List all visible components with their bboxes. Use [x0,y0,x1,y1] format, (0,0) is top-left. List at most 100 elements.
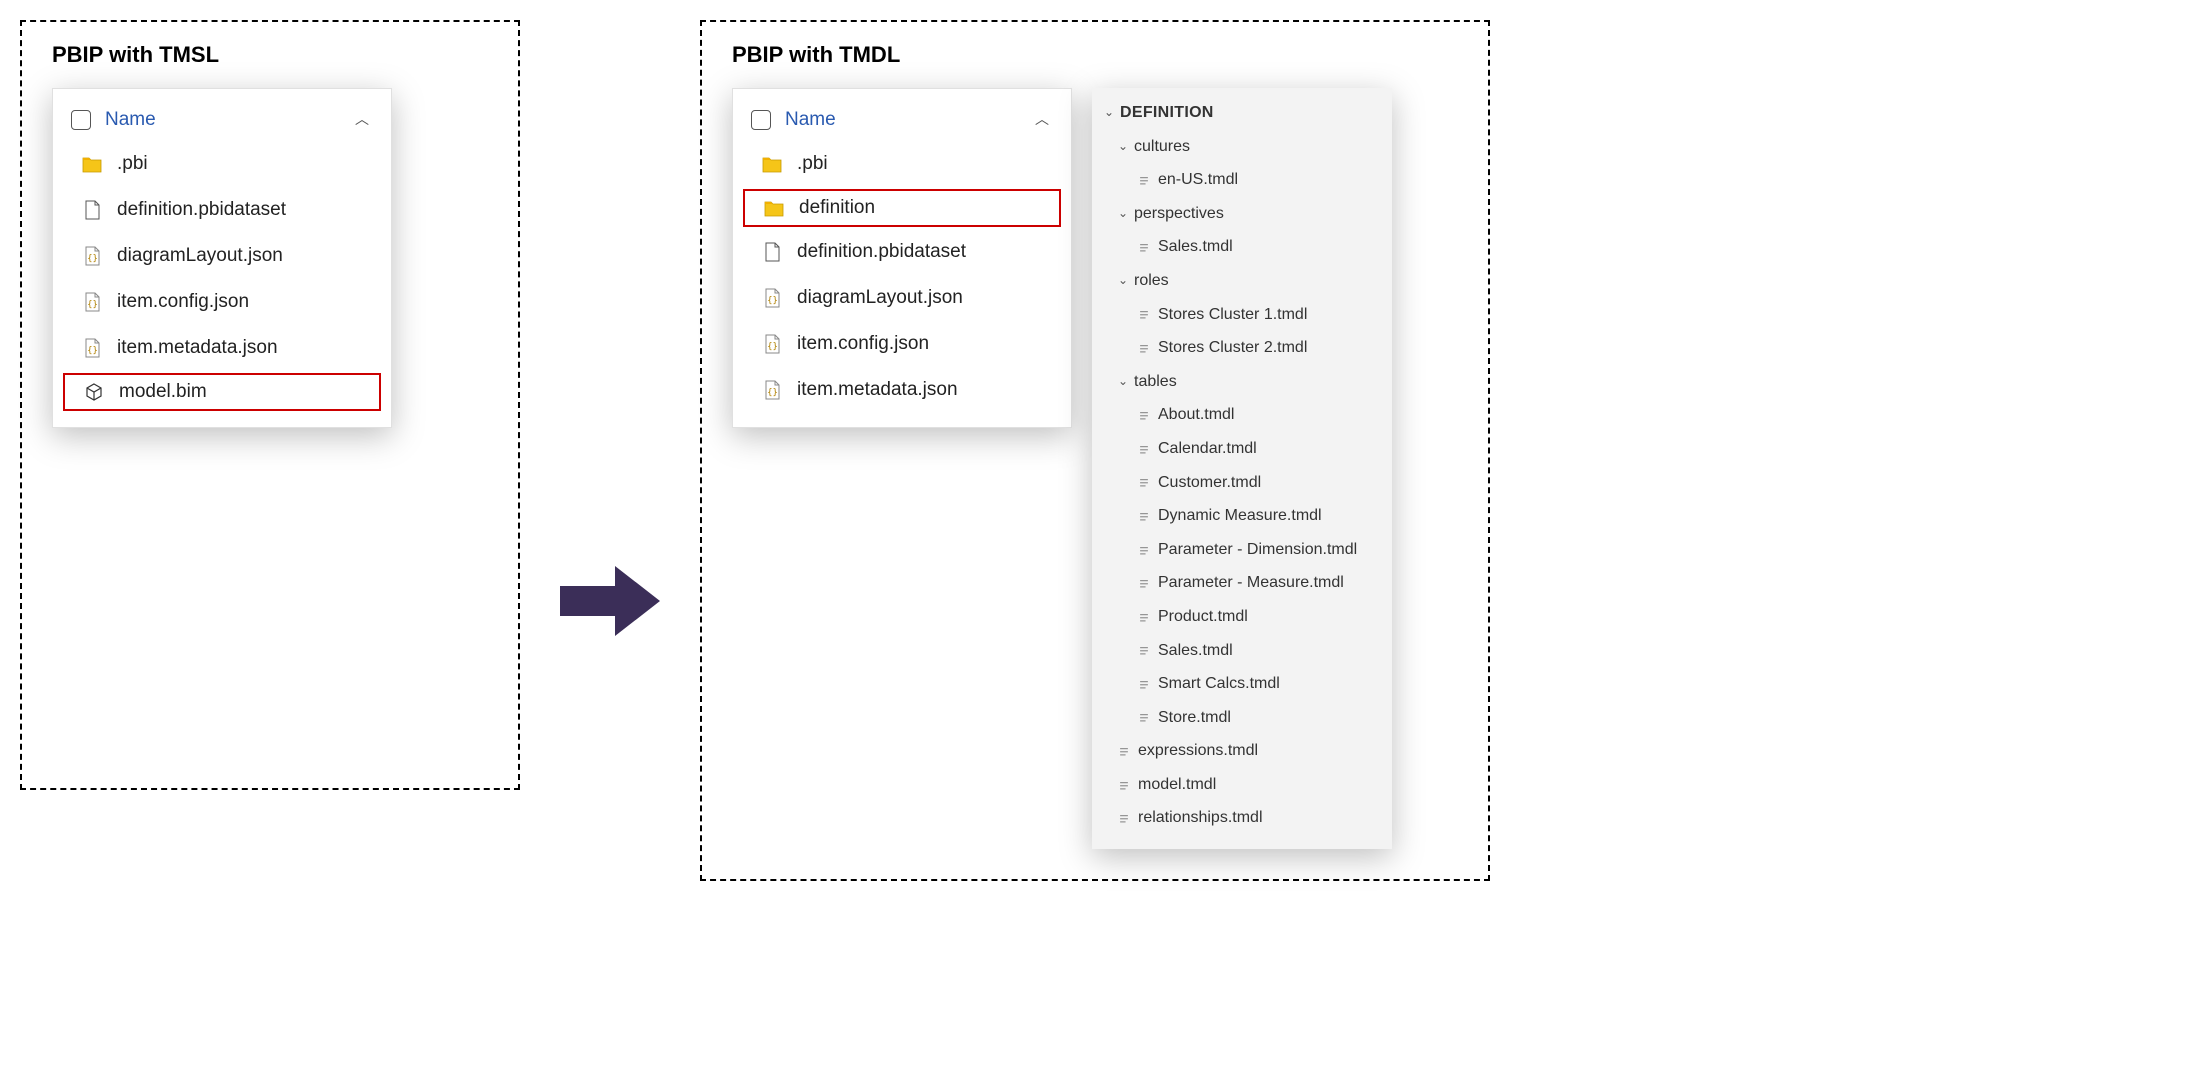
folder-icon [763,197,785,219]
tree-file[interactable]: expressions.tmdl [1092,734,1392,768]
file-label: item.metadata.json [797,379,958,401]
json-icon [81,337,103,359]
file-lines-icon [1136,341,1152,355]
file-label: definition [799,197,875,219]
panel-title-tmsl: PBIP with TMSL [52,42,488,68]
chevron-down-icon: ⌄ [1116,137,1130,156]
json-icon [761,379,783,401]
file-lines-icon [1136,475,1152,489]
tree-folder[interactable]: ⌄tables [1092,365,1392,399]
tree-file-label: Stores Cluster 1.tmdl [1158,302,1307,328]
file-lines-icon [1116,811,1132,825]
file-lines-icon [1136,408,1152,422]
chevron-down-icon: ⌄ [1116,372,1130,391]
file-label: model.bim [119,381,207,403]
chevron-down-icon: ⌄ [1116,204,1130,223]
tree-root[interactable]: ⌄ DEFINITION [1092,96,1392,130]
tree-file[interactable]: Product.tmdl [1092,600,1392,634]
tree-file[interactable]: Dynamic Measure.tmdl [1092,499,1392,533]
tree-folder-label: perspectives [1134,201,1224,227]
tree-file[interactable]: Calendar.tmdl [1092,432,1392,466]
json-icon [761,333,783,355]
file-label: definition.pbidataset [797,241,966,263]
tree-file[interactable]: Smart Calcs.tmdl [1092,667,1392,701]
chevron-down-icon: ⌄ [1102,103,1116,122]
file-row[interactable]: item.config.json [733,321,1071,367]
panel-tmdl: PBIP with TMDL Name ︿ .pbi definition defi… [700,20,1490,881]
tree-file[interactable]: About.tmdl [1092,398,1392,432]
file-lines-icon [1116,744,1132,758]
tree-file-label: Stores Cluster 2.tmdl [1158,335,1307,361]
diagram-layout: PBIP with TMSL Name ︿ .pbidefinition.pbi… [20,20,2184,881]
folder-icon [761,153,783,175]
file-lines-icon [1136,173,1152,187]
file-row[interactable]: .pbi [53,141,391,187]
file-row[interactable]: diagramLayout.json [53,233,391,279]
arrow-right-icon [560,566,660,636]
tree-file-label: Parameter - Measure.tmdl [1158,570,1344,596]
file-lines-icon [1116,778,1132,792]
column-header-name[interactable]: Name [785,109,836,131]
tree-file-label: Sales.tmdl [1158,234,1233,260]
tree-file[interactable]: Sales.tmdl [1092,230,1392,264]
file-row[interactable]: definition.pbidataset [733,229,1071,275]
file-lines-icon [1136,576,1152,590]
file-list-header: Name ︿ [733,103,1071,141]
file-lines-icon [1136,643,1152,657]
file-row[interactable]: diagramLayout.json [733,275,1071,321]
select-all-checkbox[interactable] [751,110,771,130]
tree-file-label: Calendar.tmdl [1158,436,1257,462]
file-list-tmdl: Name ︿ .pbi definition definition.pbidatas… [732,88,1072,428]
file-row[interactable]: item.metadata.json [53,325,391,371]
json-icon [761,287,783,309]
file-lines-icon [1136,610,1152,624]
tree-folder-label: tables [1134,369,1177,395]
file-label: diagramLayout.json [797,287,963,309]
tree-file[interactable]: relationships.tmdl [1092,801,1392,835]
tree-file[interactable]: Customer.tmdl [1092,466,1392,500]
file-row[interactable]: item.config.json [53,279,391,325]
tree-file[interactable]: Sales.tmdl [1092,634,1392,668]
json-icon [81,245,103,267]
doc-icon [81,199,103,221]
tree-file[interactable]: Store.tmdl [1092,701,1392,735]
select-all-checkbox[interactable] [71,110,91,130]
file-label: item.config.json [797,333,929,355]
bim-icon [83,381,105,403]
tree-file[interactable]: Parameter - Dimension.tmdl [1092,533,1392,567]
file-list-tmsl: Name ︿ .pbi definition.pbidataset diagramL… [52,88,392,428]
column-header-name[interactable]: Name [105,109,156,131]
tree-file-label: en-US.tmdl [1158,167,1238,193]
tree-folder[interactable]: ⌄roles [1092,264,1392,298]
tree-file-label: Smart Calcs.tmdl [1158,671,1280,697]
tree-file-label: Store.tmdl [1158,705,1231,731]
file-row[interactable]: .pbi [733,141,1071,187]
tree-file[interactable]: Stores Cluster 2.tmdl [1092,331,1392,365]
file-label: .pbi [797,153,828,175]
sort-caret-icon[interactable]: ︿ [1035,109,1049,129]
tree-file-label: model.tmdl [1138,772,1216,798]
file-lines-icon [1136,677,1152,691]
tree-file-label: Customer.tmdl [1158,470,1261,496]
file-label: definition.pbidataset [117,199,286,221]
json-icon [81,291,103,313]
tree-file[interactable]: Parameter - Measure.tmdl [1092,566,1392,600]
panel-title-tmdl: PBIP with TMDL [732,42,1458,68]
tree-file-label: About.tmdl [1158,402,1234,428]
file-row[interactable]: model.bim [63,373,381,411]
tree-file-label: Product.tmdl [1158,604,1248,630]
file-row[interactable]: definition [743,189,1061,227]
panel-tmsl: PBIP with TMSL Name ︿ .pbi definition.pbi… [20,20,520,790]
tree-folder[interactable]: ⌄cultures [1092,130,1392,164]
sort-caret-icon[interactable]: ︿ [355,109,369,129]
tree-folder[interactable]: ⌄perspectives [1092,197,1392,231]
tree-file[interactable]: model.tmdl [1092,768,1392,802]
arrow-container [560,20,660,881]
tree-root-label: DEFINITION [1120,100,1214,126]
file-row[interactable]: definition.pbidataset [53,187,391,233]
tree-file[interactable]: en-US.tmdl [1092,163,1392,197]
file-list-header: Name ︿ [53,103,391,141]
file-row[interactable]: item.metadata.json [733,367,1071,413]
tree-file[interactable]: Stores Cluster 1.tmdl [1092,298,1392,332]
file-lines-icon [1136,307,1152,321]
